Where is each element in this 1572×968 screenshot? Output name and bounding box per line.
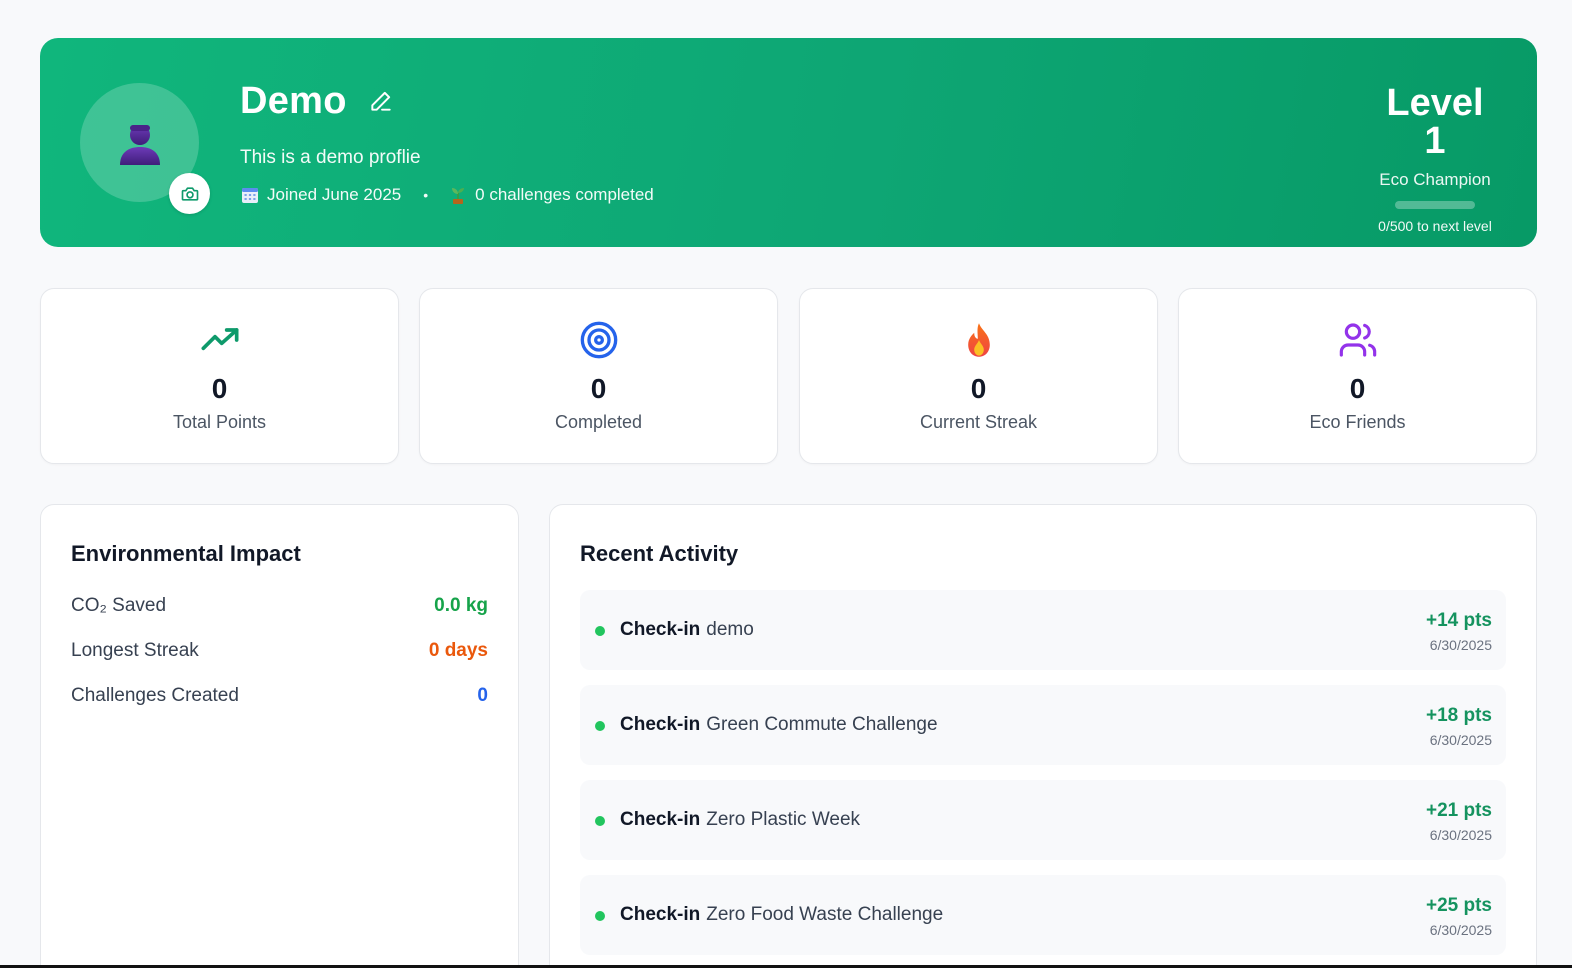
activity-text: Check-in demo xyxy=(620,619,754,641)
activity-item[interactable]: Check-in Green Commute Challenge +18 pts … xyxy=(580,685,1506,765)
impact-row-longest-streak: Longest Streak 0 days xyxy=(71,640,488,662)
activity-points: +21 pts xyxy=(1425,800,1492,821)
level-summary: Level 1 Eco Champion 0/500 to next level xyxy=(1373,84,1497,234)
stat-value: 0 xyxy=(1349,373,1366,404)
stat-value: 0 xyxy=(590,373,607,404)
impact-label: Challenges Created xyxy=(71,685,239,706)
joined-date: Joined June 2025 xyxy=(267,185,402,204)
activity-points: +14 pts xyxy=(1425,610,1492,631)
stat-label: Completed xyxy=(554,412,643,432)
profile-header: Demo This is a demo proflie Joined June … xyxy=(40,38,1537,247)
stat-label: Eco Friends xyxy=(1309,412,1406,432)
user-silhouette-icon xyxy=(119,124,160,165)
impact-value: 0 xyxy=(477,685,488,706)
impact-value: 0.0 kg xyxy=(434,595,488,616)
target-icon xyxy=(578,319,620,361)
status-dot xyxy=(595,626,605,636)
seedling-icon xyxy=(452,188,465,204)
activity-text: Check-in Green Commute Challenge xyxy=(620,714,938,736)
level-title: Level 1 xyxy=(1386,82,1484,162)
stat-value: 0 xyxy=(211,373,228,404)
level-rank: Eco Champion xyxy=(1379,170,1491,189)
pencil-icon xyxy=(371,91,391,111)
activity-name: Zero Plastic Week xyxy=(706,809,861,830)
profile-name: Demo xyxy=(240,80,347,122)
impact-label: Longest Streak xyxy=(71,640,199,661)
activity-date: 6/30/2025 xyxy=(1429,637,1492,653)
activity-date: 6/30/2025 xyxy=(1429,827,1492,843)
fire-icon xyxy=(958,319,1000,361)
activity-points: +18 pts xyxy=(1425,705,1492,726)
camera-icon xyxy=(181,186,198,201)
edit-profile-button[interactable] xyxy=(368,88,394,114)
activity-item[interactable]: Check-in Zero Plastic Week +21 pts 6/30/2… xyxy=(580,780,1506,860)
impact-row-co2: CO₂ Saved 0.0 kg xyxy=(71,595,488,617)
activity-item[interactable]: Check-in Zero Food Waste Challenge +25 pt… xyxy=(580,875,1506,955)
impact-row-challenges-created: Challenges Created 0 xyxy=(71,685,488,707)
level-progress-text: 0/500 to next level xyxy=(1378,218,1492,234)
users-icon xyxy=(1337,319,1379,361)
activity-type: Check-in xyxy=(620,619,701,640)
activity-date: 6/30/2025 xyxy=(1429,922,1492,938)
stat-card-completed: 0 Completed xyxy=(419,288,778,464)
challenges-completed: 0 challenges completed xyxy=(475,185,654,204)
environmental-impact-panel: Environmental Impact CO₂ Saved 0.0 kg Lo… xyxy=(40,504,519,968)
stat-label: Total Points xyxy=(172,412,267,432)
stat-value: 0 xyxy=(970,373,987,404)
stat-card-total-points: 0 Total Points xyxy=(40,288,399,464)
activity-name: Green Commute Challenge xyxy=(706,714,938,735)
activity-name: Zero Food Waste Challenge xyxy=(706,904,944,925)
change-photo-button[interactable] xyxy=(169,173,210,214)
activity-name: demo xyxy=(706,619,754,640)
impact-label: CO₂ Saved xyxy=(71,595,167,616)
stat-label: Current Streak xyxy=(919,412,1038,432)
profile-meta: Joined June 2025 • 0 challenges complete… xyxy=(240,185,654,205)
status-dot xyxy=(595,816,605,826)
activity-points: +25 pts xyxy=(1425,895,1492,916)
status-dot xyxy=(595,721,605,731)
meta-separator: • xyxy=(423,187,429,203)
trending-up-icon xyxy=(199,319,241,361)
activity-date: 6/30/2025 xyxy=(1429,732,1492,748)
panel-title: Recent Activity xyxy=(580,541,739,566)
profile-page: Demo This is a demo proflie Joined June … xyxy=(0,0,1572,968)
profile-bio: This is a demo proflie xyxy=(240,147,421,168)
impact-value: 0 days xyxy=(428,640,488,661)
activity-item[interactable]: Check-in demo +14 pts 6/30/2025 xyxy=(580,590,1506,670)
status-dot xyxy=(595,911,605,921)
stat-card-current-streak: 0 Current Streak xyxy=(799,288,1158,464)
activity-type: Check-in xyxy=(620,714,701,735)
calendar-icon xyxy=(242,188,258,203)
activity-type: Check-in xyxy=(620,809,701,830)
activity-text: Check-in Zero Plastic Week xyxy=(620,809,860,831)
stat-card-eco-friends: 0 Eco Friends xyxy=(1178,288,1537,464)
activity-text: Check-in Zero Food Waste Challenge xyxy=(620,904,943,926)
activity-type: Check-in xyxy=(620,904,701,925)
level-progress-bar xyxy=(1395,201,1475,209)
panel-title: Environmental Impact xyxy=(71,541,301,566)
recent-activity-panel: Recent Activity Check-in demo +14 pts 6/3… xyxy=(549,504,1537,968)
